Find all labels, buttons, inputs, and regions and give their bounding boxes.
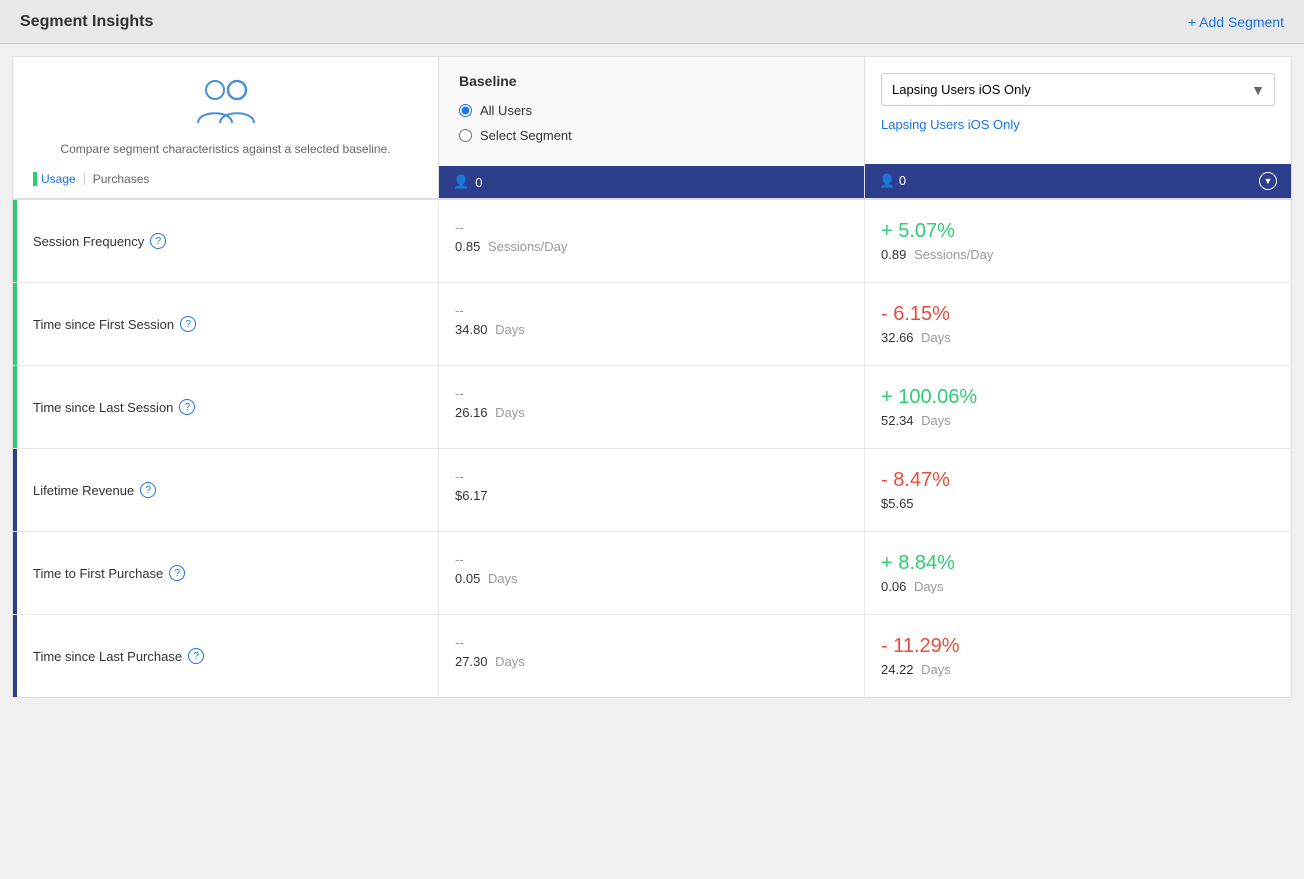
panel-left: Compare segment characteristics against … — [13, 57, 439, 198]
metric-compare-value: $5.65 — [881, 496, 1275, 511]
page-title: Segment Insights — [20, 13, 153, 31]
add-segment-button[interactable]: + Add Segment — [1188, 14, 1284, 30]
metric-baseline-value: 27.30 Days — [455, 654, 848, 669]
segment-chevron-icon[interactable]: ▼ — [1259, 172, 1277, 190]
metric-dashes: -- — [455, 386, 848, 401]
metric-change: - 11.29% — [881, 635, 1275, 658]
metrics-table: Session Frequency ? -- 0.85 Sessions/Day… — [12, 199, 1292, 698]
metric-baseline-cell-lifetime_revenue: -- $6.17 — [439, 449, 865, 531]
baseline-select-segment-radio[interactable] — [459, 129, 472, 142]
metric-compare-cell-time_since_first_session: - 6.15% 32.66 Days — [865, 283, 1291, 365]
metric-compare-cell-session_frequency: + 5.07% 0.89 Sessions/Day — [865, 200, 1291, 282]
metric-change: + 5.07% — [881, 220, 1275, 243]
users-icon: 👤 — [453, 174, 469, 190]
tab-usage[interactable]: Usage — [41, 172, 76, 186]
metric-dashes: -- — [455, 552, 848, 567]
help-icon-lifetime_revenue[interactable]: ? — [140, 482, 156, 498]
metric-compare-cell-time_to_first_purchase: + 8.84% 0.06 Days — [865, 532, 1291, 614]
metric-baseline-cell-time_since_last_purchase: -- 27.30 Days — [439, 615, 865, 697]
metric-label-cell-time_since_last_session: Time since Last Session ? — [13, 366, 439, 448]
baseline-title: Baseline — [459, 73, 844, 89]
metric-compare-value: 52.34 Days — [881, 413, 1275, 428]
tab-purchases[interactable]: Purchases — [93, 172, 150, 186]
metric-dashes: -- — [455, 303, 848, 318]
metric-compare-value: 0.89 Sessions/Day — [881, 247, 1275, 262]
segment-users-icon: 👤 — [879, 173, 895, 188]
metric-baseline-value: 0.85 Sessions/Day — [455, 239, 848, 254]
metric-label-text: Time since First Session — [33, 317, 174, 332]
metric-change: - 8.47% — [881, 469, 1275, 492]
help-icon-time_since_last_purchase[interactable]: ? — [188, 648, 204, 664]
metric-label-cell-time_since_first_session: Time since First Session ? — [13, 283, 439, 365]
help-icon-time_since_first_session[interactable]: ? — [180, 316, 196, 332]
table-row: Session Frequency ? -- 0.85 Sessions/Day… — [13, 200, 1291, 283]
baseline-panel: Baseline All Users Select Segment 👤 0 — [439, 57, 865, 198]
segment-count: 0 — [899, 173, 906, 188]
metric-compare-cell-time_since_last_session: + 100.06% 52.34 Days — [865, 366, 1291, 448]
metric-label-text: Session Frequency — [33, 234, 144, 249]
compare-icon — [191, 77, 261, 130]
metric-baseline-cell-time_to_first_purchase: -- 0.05 Days — [439, 532, 865, 614]
baseline-count: 0 — [475, 175, 482, 190]
top-panel: Compare segment characteristics against … — [12, 56, 1292, 199]
main-content: Compare segment characteristics against … — [0, 44, 1304, 710]
metric-change: + 100.06% — [881, 386, 1275, 409]
metric-baseline-value: 0.05 Days — [455, 571, 848, 586]
metric-label-cell-lifetime_revenue: Lifetime Revenue ? — [13, 449, 439, 531]
metric-dashes: -- — [455, 635, 848, 650]
metric-baseline-value: 34.80 Days — [455, 322, 848, 337]
baseline-all-users-radio[interactable] — [459, 104, 472, 117]
metric-label-cell-session_frequency: Session Frequency ? — [13, 200, 439, 282]
metric-label-cell-time_since_last_purchase: Time since Last Purchase ? — [13, 615, 439, 697]
description-text: Compare segment characteristics against … — [60, 142, 390, 156]
metric-label-text: Lifetime Revenue — [33, 483, 134, 498]
table-row: Time since Last Purchase ? -- 27.30 Days… — [13, 615, 1291, 697]
metric-label-cell-time_to_first_purchase: Time to First Purchase ? — [13, 532, 439, 614]
help-icon-time_since_last_session[interactable]: ? — [179, 399, 195, 415]
metric-compare-cell-lifetime_revenue: - 8.47% $5.65 — [865, 449, 1291, 531]
metric-dashes: -- — [455, 469, 848, 484]
help-icon-session_frequency[interactable]: ? — [150, 233, 166, 249]
table-row: Lifetime Revenue ? -- $6.17 - 8.47% $5.6… — [13, 449, 1291, 532]
segment-count-bar: 👤 0 ▼ — [865, 164, 1291, 198]
baseline-all-users[interactable]: All Users — [459, 103, 844, 118]
baseline-count-bar: 👤 0 — [439, 166, 864, 198]
segment-link[interactable]: Lapsing Users iOS Only — [881, 117, 1020, 132]
table-row: Time to First Purchase ? -- 0.05 Days + … — [13, 532, 1291, 615]
metric-label-text: Time to First Purchase — [33, 566, 163, 581]
metric-compare-cell-time_since_last_purchase: - 11.29% 24.22 Days — [865, 615, 1291, 697]
segment-dropdown[interactable]: Lapsing Users iOS Only — [881, 73, 1275, 106]
metric-compare-value: 32.66 Days — [881, 330, 1275, 345]
metric-baseline-value: 26.16 Days — [455, 405, 848, 420]
metric-compare-value: 0.06 Days — [881, 579, 1275, 594]
metric-label-text: Time since Last Purchase — [33, 649, 182, 664]
help-icon-time_to_first_purchase[interactable]: ? — [169, 565, 185, 581]
metric-baseline-cell-time_since_first_session: -- 34.80 Days — [439, 283, 865, 365]
metric-dashes: -- — [455, 220, 848, 235]
metric-compare-value: 24.22 Days — [881, 662, 1275, 677]
baseline-select-segment[interactable]: Select Segment — [459, 128, 844, 143]
app-header: Segment Insights + Add Segment — [0, 0, 1304, 44]
metric-baseline-value: $6.17 — [455, 488, 848, 503]
metric-baseline-cell-time_since_last_session: -- 26.16 Days — [439, 366, 865, 448]
metric-label-text: Time since Last Session — [33, 400, 173, 415]
segment-right-panel: Lapsing Users iOS Only ▼ Lapsing Users i… — [865, 57, 1291, 198]
metric-change: + 8.84% — [881, 552, 1275, 575]
table-row: Time since First Session ? -- 34.80 Days… — [13, 283, 1291, 366]
metric-baseline-cell-session_frequency: -- 0.85 Sessions/Day — [439, 200, 865, 282]
metric-change: - 6.15% — [881, 303, 1275, 326]
table-row: Time since Last Session ? -- 26.16 Days … — [13, 366, 1291, 449]
